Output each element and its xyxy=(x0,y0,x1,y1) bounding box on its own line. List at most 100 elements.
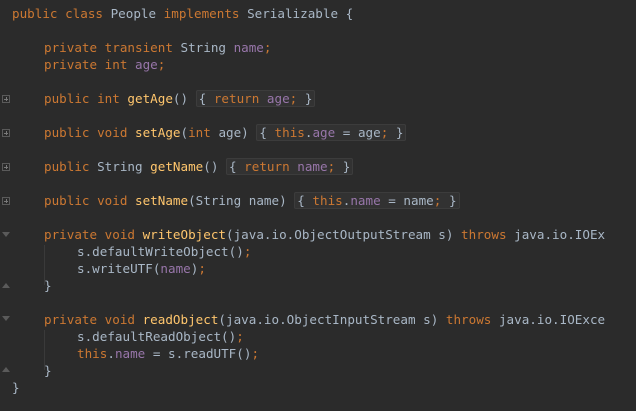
code-token: } xyxy=(342,159,351,174)
folded-body[interactable]: { this.name = name; } xyxy=(294,192,460,209)
code-token: } xyxy=(44,363,52,378)
code-token: = s.readUTF() xyxy=(145,346,252,361)
code-token: String xyxy=(180,40,234,55)
code-line[interactable]: public class People implements Serializa… xyxy=(12,5,353,22)
code-token: (java.io.ObjectInputStream s) xyxy=(218,312,446,327)
code-line[interactable]: } xyxy=(12,379,20,396)
code-line[interactable]: private void readObject(java.io.ObjectIn… xyxy=(44,311,605,328)
fold-expand-icon[interactable] xyxy=(2,197,10,205)
code-token: throws xyxy=(445,312,499,327)
code-token: readObject xyxy=(142,312,219,327)
code-token: age) xyxy=(218,125,257,140)
code-token: public xyxy=(44,193,98,208)
code-token: private int xyxy=(44,57,135,72)
code-token: name xyxy=(297,159,328,174)
code-line[interactable]: s.writeUTF(name); xyxy=(77,260,206,277)
editor-gutter xyxy=(0,0,12,411)
code-token: throws xyxy=(461,227,515,242)
code-token: void xyxy=(97,193,135,208)
fold-expand-icon[interactable] xyxy=(2,129,10,137)
code-token: void xyxy=(104,312,143,327)
code-token: } xyxy=(44,278,52,293)
folded-body[interactable]: { this.age = age; } xyxy=(256,124,407,141)
code-line[interactable]: private transient String name; xyxy=(44,39,272,56)
code-token: () xyxy=(203,159,226,174)
code-token: name xyxy=(350,193,381,208)
code-token: . xyxy=(107,346,115,361)
code-token: private xyxy=(44,312,105,327)
fold-collapse-icon[interactable] xyxy=(2,232,10,237)
code-line[interactable]: private int age; xyxy=(44,56,165,73)
code-token: return xyxy=(244,159,298,174)
code-token: name xyxy=(233,40,264,55)
code-token: private transient xyxy=(44,40,181,55)
code-token: } xyxy=(448,193,457,208)
code-line[interactable]: public String getName() { return name; } xyxy=(44,158,354,175)
code-token: void xyxy=(104,227,143,242)
code-token: s.defaultWriteObject() xyxy=(77,244,244,259)
code-token: private xyxy=(44,227,105,242)
code-token: } xyxy=(395,125,404,140)
code-line[interactable]: public void setAge(int age) { this.age =… xyxy=(44,124,407,141)
code-editor[interactable]: public class People implements Serializa… xyxy=(0,0,636,411)
code-token: java.io.IOExce xyxy=(498,312,606,327)
code-line[interactable]: public void setName(String name) { this.… xyxy=(44,192,460,209)
code-line[interactable]: s.defaultWriteObject(); xyxy=(77,243,251,260)
code-token: void xyxy=(97,125,135,140)
code-token: s.defaultReadObject() xyxy=(77,329,237,344)
code-token: age xyxy=(266,91,290,106)
code-token: { xyxy=(259,125,275,140)
code-line[interactable]: } xyxy=(44,277,52,294)
code-token: int xyxy=(188,125,219,140)
fold-collapse-icon[interactable] xyxy=(2,316,10,321)
code-token: = age xyxy=(335,125,381,140)
code-token: ; xyxy=(263,40,272,55)
folded-body[interactable]: { return name; } xyxy=(225,158,354,175)
code-line[interactable]: public int getAge() { return age; } xyxy=(44,90,316,107)
folded-body[interactable]: { return age; } xyxy=(195,90,316,107)
code-token: public xyxy=(44,159,98,174)
code-token: public xyxy=(44,91,98,106)
code-token: { xyxy=(297,193,313,208)
code-token: public xyxy=(44,125,98,140)
code-token: String xyxy=(97,159,151,174)
code-token: return xyxy=(213,91,267,106)
code-token: setAge xyxy=(135,125,181,140)
code-line[interactable]: } xyxy=(44,362,52,379)
code-token: age xyxy=(135,57,158,72)
code-token: s.writeUTF( xyxy=(77,261,161,276)
code-token: this xyxy=(312,193,343,208)
code-token: { xyxy=(228,159,245,174)
code-token: ; xyxy=(327,159,343,174)
code-token: = name xyxy=(380,193,434,208)
code-token: writeObject xyxy=(142,227,226,242)
code-token: ; xyxy=(243,244,252,259)
code-token: } xyxy=(304,91,313,106)
fold-expand-icon[interactable] xyxy=(2,163,10,171)
code-token: People xyxy=(110,6,164,21)
fold-end-icon[interactable] xyxy=(2,283,10,288)
code-token: (java.io.ObjectOutputStream s) xyxy=(226,227,462,242)
code-line[interactable]: this.name = s.readUTF(); xyxy=(77,345,259,362)
code-token: ; xyxy=(157,57,166,72)
code-token: getAge xyxy=(127,91,173,106)
code-token: name xyxy=(160,261,191,276)
code-line[interactable]: s.defaultReadObject(); xyxy=(77,328,244,345)
fold-expand-icon[interactable] xyxy=(2,95,10,103)
code-token: this xyxy=(77,346,108,361)
code-token: age xyxy=(312,125,336,140)
code-line[interactable]: private void writeObject(java.io.ObjectO… xyxy=(44,226,605,243)
code-token: setName xyxy=(135,193,189,208)
code-token: java.io.IOEx xyxy=(514,227,606,242)
code-token: } xyxy=(12,380,20,395)
code-token: implements xyxy=(163,6,248,21)
code-token: { xyxy=(198,91,214,106)
code-token: name xyxy=(114,346,146,361)
fold-end-icon[interactable] xyxy=(2,367,10,372)
code-token: getName xyxy=(150,159,204,174)
code-token: this xyxy=(274,125,305,140)
code-token: ; xyxy=(380,125,396,140)
code-token: ; xyxy=(433,193,449,208)
code-token: () xyxy=(172,91,196,106)
code-token: ; xyxy=(198,261,206,276)
